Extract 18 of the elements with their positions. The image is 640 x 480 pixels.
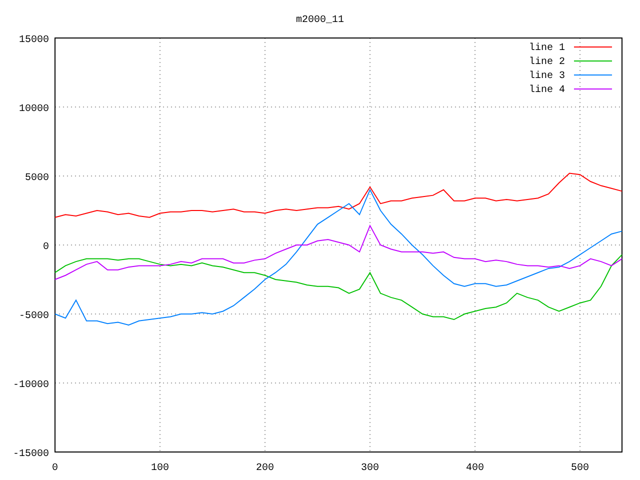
x-tick-label: 200 (256, 463, 274, 474)
legend-label: line 1 (528, 43, 565, 54)
x-tick-label: 300 (361, 463, 379, 474)
chart-title: m2000_11 (296, 15, 344, 26)
y-tick-label: 10000 (18, 104, 49, 115)
y-tick-label: -10000 (12, 380, 49, 391)
y-tick-label: -5000 (18, 311, 49, 322)
legend-label: line 3 (528, 71, 565, 82)
y-tick-label: 15000 (18, 35, 49, 46)
x-tick-label: 400 (466, 463, 484, 474)
legend-label: line 4 (528, 85, 565, 96)
y-tick-label: 5000 (24, 173, 49, 184)
x-tick-label: 0 (52, 463, 58, 474)
y-tick-label: -15000 (12, 449, 49, 460)
legend-label: line 2 (528, 57, 565, 68)
y-tick-label: 0 (42, 242, 49, 253)
x-tick-label: 500 (571, 463, 589, 474)
x-tick-label: 100 (151, 463, 169, 474)
